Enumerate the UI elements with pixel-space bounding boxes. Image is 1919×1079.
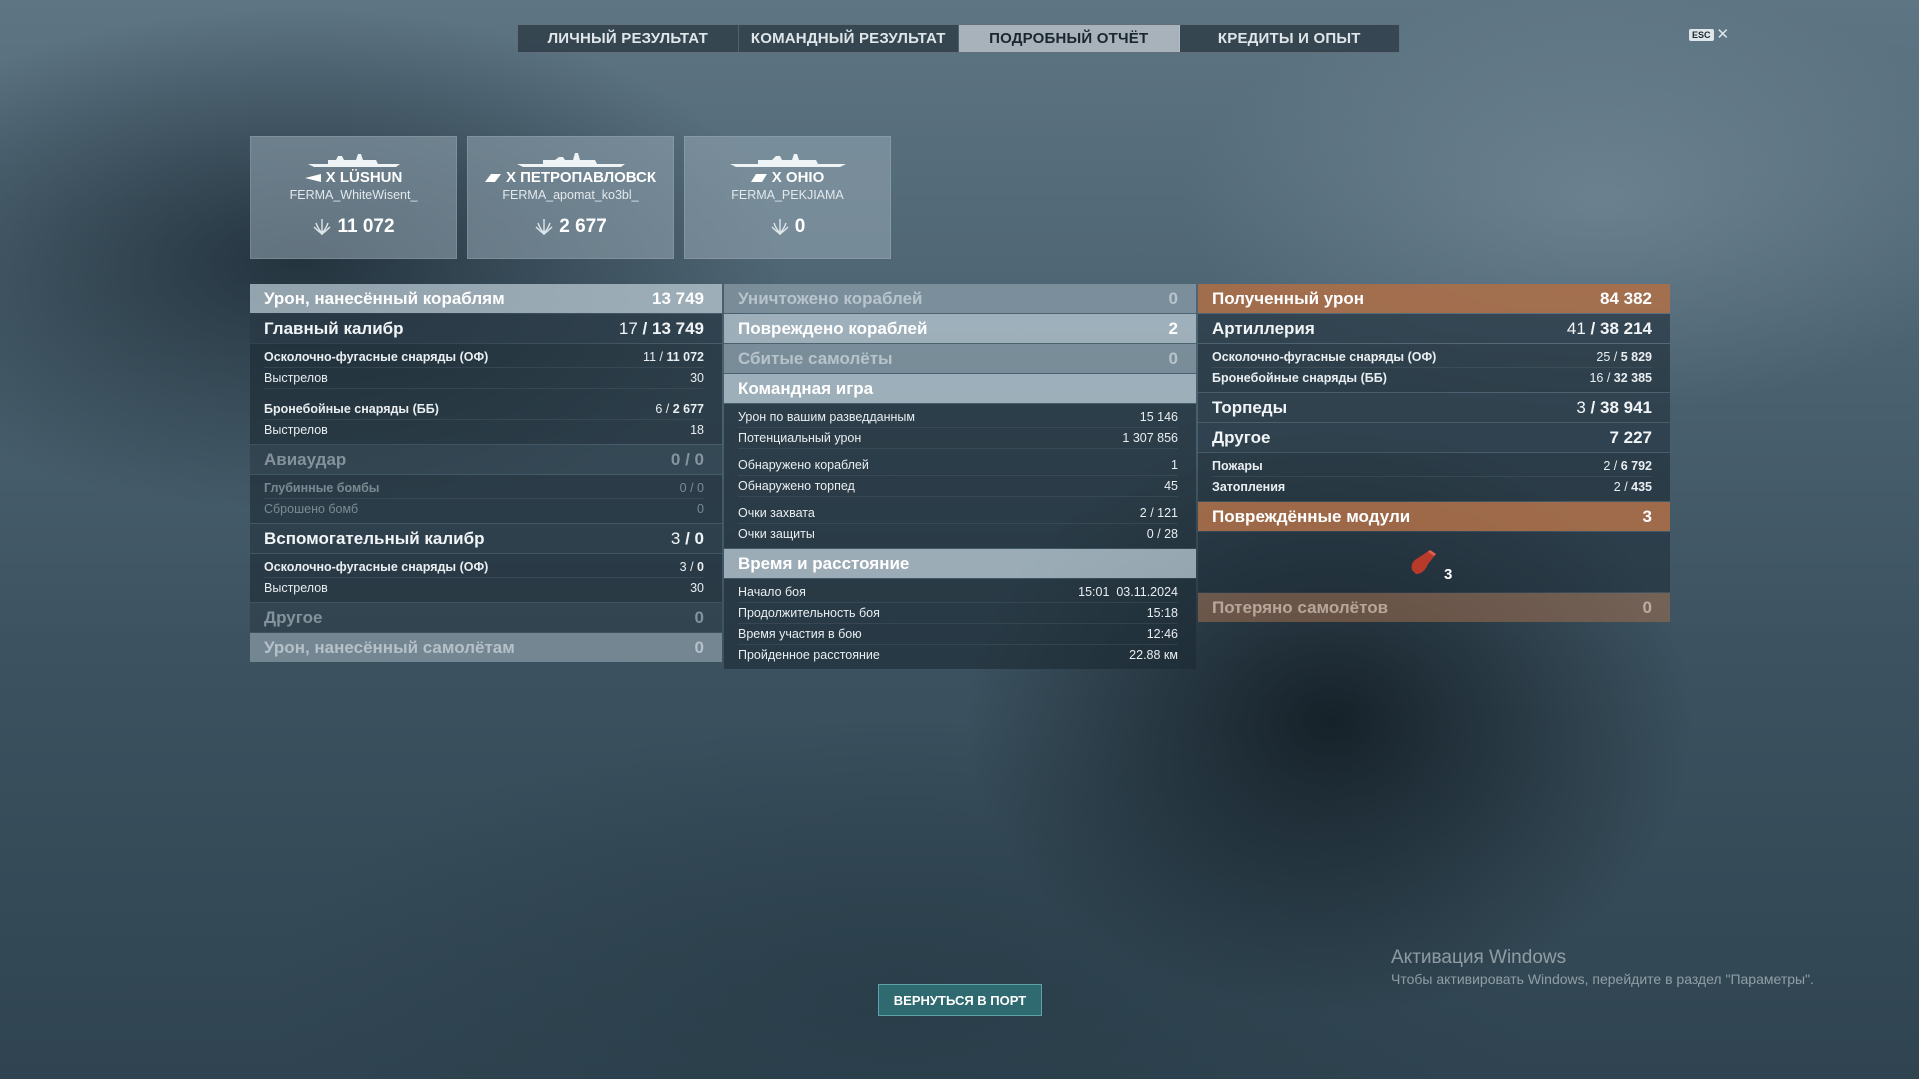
ships-destroyed-row: Уничтожено кораблей 0 [724, 284, 1196, 313]
player-name: FERMA_apomat_ko3bl_ [502, 188, 639, 202]
damage-dealt-panel: Урон, нанесённый кораблям 13 749 Главный… [250, 284, 722, 663]
ship-name-label: X ПЕТРОПАВЛОВСК [505, 169, 657, 186]
secondary-caliber-row: Вспомогательный калибр 3 / 0 [250, 524, 722, 553]
ship-name: X OHIO [750, 169, 825, 186]
received-he-row: Осколочно-фугасные снаряды (ОФ) 25 / 5 8… [1212, 347, 1652, 368]
module-count: 3 [1444, 566, 1453, 583]
row-label: Главный калибр [264, 318, 404, 338]
laurel-icon [535, 219, 553, 235]
teamplay-details: Урон по вашим разведданным 15 146 Потенци… [724, 404, 1196, 548]
teamplay-header: Командная игра [724, 374, 1196, 403]
module-damage-icon[interactable] [1406, 544, 1442, 580]
depth-charges-row: Глубинные бомбы 0 / 0 [264, 478, 704, 499]
ship-score-value: 11 072 [337, 216, 395, 237]
destroyer-class-icon [304, 173, 321, 182]
distance-row: Пройденное расстояние 22.88 км [738, 648, 1178, 662]
battle-start-row: Начало боя 15:01 03.11.2024 [738, 582, 1178, 603]
ship-score: 11 072 [312, 216, 395, 238]
secondary-he-row: Осколочно-фугасные снаряды (ОФ) 3 / 0 [264, 557, 704, 578]
laurel-icon [313, 219, 331, 235]
bombs-dropped-row: Сброшено бомб 0 [264, 502, 704, 516]
damaged-modules-header: Повреждённые модули 3 [1198, 502, 1670, 531]
damage-to-ships-header: Урон, нанесённый кораблям 13 749 [250, 284, 722, 313]
watermark-title: Активация Windows [1391, 947, 1567, 968]
other-details: Пожары 2 / 6 792 Затопления 2 / 435 [1198, 453, 1670, 501]
main-caliber-details: Осколочно-фугасные снаряды (ОФ) 11 / 11 … [250, 344, 722, 444]
header-value: 13 749 [652, 288, 704, 308]
he-shells-row: Осколочно-фугасные снаряды (ОФ) 11 / 11 … [264, 347, 704, 368]
artillery-details: Осколочно-фугасные снаряды (ОФ) 25 / 5 8… [1198, 344, 1670, 392]
row-value: 17 / 13 749 [618, 318, 704, 338]
ship-name-label: X OHIO [771, 169, 825, 186]
secondary-shots-row: Выстрелов 30 [264, 581, 704, 595]
ships-spotted-row: Обнаружено кораблей 1 [738, 455, 1178, 476]
torpedoes-spotted-row: Обнаружено торпед 45 [738, 476, 1178, 497]
damaged-modules-list: 3 [1198, 532, 1670, 592]
other-damage-row: Другое 0 [250, 603, 722, 632]
time-distance-header: Время и расстояние [724, 549, 1196, 578]
damage-to-planes-row: Урон, нанесённый самолётам 0 [250, 633, 722, 662]
ship-silhouette-icon [307, 154, 400, 167]
ship-silhouette-icon [516, 153, 625, 167]
potential-damage-row: Потенциальный урон 1 307 856 [738, 428, 1178, 449]
tab-bar: ЛИЧНЫЙ РЕЗУЛЬТАТ КОМАНДНЫЙ РЕЗУЛЬТАТ ПОД… [517, 24, 1400, 53]
ship-name: X ПЕТРОПАВЛОВСК [484, 169, 657, 186]
participation-time-row: Время участия в бою 12:46 [738, 624, 1178, 645]
tab-personal-result[interactable]: ЛИЧНЫЙ РЕЗУЛЬТАТ [518, 25, 739, 52]
time-distance-details: Начало боя 15:01 03.11.2024 Продолжительн… [724, 579, 1196, 669]
tab-detailed-report[interactable]: ПОДРОБНЫЙ ОТЧЁТ [959, 25, 1180, 52]
planes-shot-down-row: Сбитые самолёты 0 [724, 344, 1196, 373]
received-other-row: Другое 7 227 [1198, 423, 1670, 452]
tab-team-result[interactable]: КОМАНДНЫЙ РЕЗУЛЬТАТ [739, 25, 959, 52]
team-play-panel: Уничтожено кораблей 0 Повреждено кораблей… [724, 284, 1196, 670]
header-label: Урон, нанесённый кораблям [264, 288, 505, 308]
ship-silhouette-icon [729, 154, 846, 167]
windows-activation-watermark: Активация Windows Чтобы активировать Win… [1391, 947, 1814, 987]
return-to-port-button[interactable]: ВЕРНУТЬСЯ В ПОРТ [878, 984, 1042, 1016]
ship-score: 2 677 [534, 216, 607, 238]
ships-damaged-row: Повреждено кораблей 2 [724, 314, 1196, 343]
capture-points-row: Очки захвата 2 / 121 [738, 503, 1178, 524]
received-damage-header: Полученный урон 84 382 [1198, 284, 1670, 313]
ship-score: 0 [770, 216, 806, 238]
watermark-text: Чтобы активировать Windows, перейдите в … [1391, 971, 1814, 987]
airstrike-details: Глубинные бомбы 0 / 0 Сброшено бомб 0 [250, 475, 722, 523]
ship-card[interactable]: X LÜSHUN FERMA_WhiteWisent_ 11 072 [250, 136, 457, 259]
player-name: FERMA_WhiteWisent_ [289, 188, 418, 202]
ship-score-value: 2 677 [559, 216, 607, 237]
defense-points-row: Очки защиты 0 / 28 [738, 527, 1178, 541]
ship-score-value: 0 [794, 216, 806, 237]
received-ap-row: Бронебойные снаряды (ББ) 16 / 32 385 [1212, 371, 1652, 385]
player-name: FERMA_PEKJIAMA [731, 188, 844, 202]
close-button[interactable]: ESC ✕ [1689, 27, 1729, 42]
he-shots-row: Выстрелов 30 [264, 368, 704, 389]
esc-key-icon: ESC [1689, 28, 1714, 41]
battleship-class-icon [750, 173, 767, 182]
tab-credits-xp[interactable]: КРЕДИТЫ И ОПЫТ [1180, 25, 1400, 52]
battle-duration-row: Продолжительность боя 15:18 [738, 603, 1178, 624]
ship-name-label: X LÜSHUN [325, 169, 403, 186]
artillery-row: Артиллерия 41 / 38 214 [1198, 314, 1670, 343]
main-caliber-row: Главный калибр 17 / 13 749 [250, 314, 722, 343]
ship-card[interactable]: X OHIO FERMA_PEKJIAMA 0 [684, 136, 891, 259]
airstrike-row: Авиаудар 0 / 0 [250, 445, 722, 474]
secondary-details: Осколочно-фугасные снаряды (ОФ) 3 / 0 Вы… [250, 554, 722, 602]
ap-shots-row: Выстрелов 18 [264, 423, 704, 437]
ship-cards: X LÜSHUN FERMA_WhiteWisent_ 11 072 X ПЕТ… [250, 136, 891, 259]
ship-name: X LÜSHUN [304, 169, 403, 186]
ship-card[interactable]: X ПЕТРОПАВЛОВСК FERMA_apomat_ko3bl_ 2 67… [467, 136, 674, 259]
ap-shells-row: Бронебойные снаряды (ББ) 6 / 2 677 [264, 399, 704, 420]
cruiser-class-icon [484, 173, 501, 182]
torpedoes-row: Торпеды 3 / 38 941 [1198, 393, 1670, 422]
close-icon: ✕ [1716, 26, 1730, 43]
planes-lost-row: Потеряно самолётов 0 [1198, 593, 1670, 622]
spotting-damage-row: Урон по вашим разведданным 15 146 [738, 407, 1178, 428]
floods-row: Затопления 2 / 435 [1212, 480, 1652, 494]
damage-received-panel: Полученный урон 84 382 Артиллерия 41 / 38… [1198, 284, 1670, 623]
fires-row: Пожары 2 / 6 792 [1212, 456, 1652, 477]
laurel-icon [771, 219, 789, 235]
